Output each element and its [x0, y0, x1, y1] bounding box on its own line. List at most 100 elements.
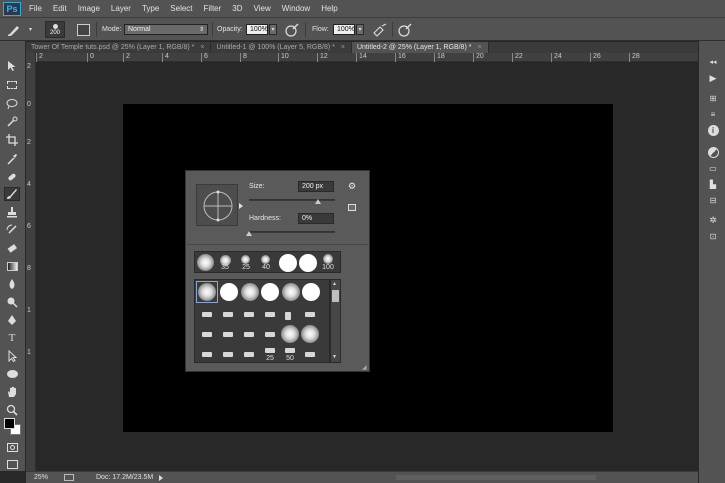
brush-preset[interactable] — [282, 283, 300, 301]
brush-preset[interactable] — [223, 352, 233, 357]
menu-help[interactable]: Help — [321, 4, 337, 13]
tab-untitled-1[interactable]: Untitled-1 @ 100% (Layer 5, RGB/8) * × — [211, 42, 352, 53]
flow-field[interactable]: 100% — [333, 18, 355, 41]
brush-preset[interactable] — [202, 332, 212, 337]
tab-tower-of-temple[interactable]: Tower Of Temple tuts.psd @ 25% (Layer 1,… — [26, 42, 212, 53]
brush-dropdown-arrow[interactable]: ▾ — [29, 18, 32, 41]
paths-icon[interactable]: ⊡ — [706, 229, 720, 243]
brush-preset[interactable] — [261, 255, 270, 264]
marquee-tool-icon[interactable] — [4, 78, 20, 92]
eyedropper-tool-icon[interactable] — [4, 152, 20, 166]
brush-preset[interactable] — [305, 312, 315, 317]
brush-preset[interactable] — [244, 312, 254, 317]
hand-tool-icon[interactable] — [4, 385, 20, 399]
pressure-size-icon[interactable] — [398, 18, 412, 41]
hardness-field[interactable]: 0% — [298, 213, 334, 224]
brush-panel-toggle-icon[interactable] — [77, 18, 90, 41]
brush-preset[interactable] — [223, 332, 233, 337]
brush-preset[interactable] — [202, 352, 212, 357]
brush-angle-preview[interactable] — [196, 184, 238, 226]
brush-preset[interactable] — [261, 283, 279, 301]
menu-view[interactable]: View — [254, 4, 271, 13]
histogram-icon[interactable]: ▙ — [706, 177, 720, 191]
path-selection-tool-icon[interactable] — [4, 349, 20, 363]
pressure-opacity-icon[interactable] — [285, 18, 299, 41]
new-preset-icon[interactable] — [348, 204, 356, 211]
pen-tool-icon[interactable] — [4, 313, 20, 327]
mode-select[interactable]: Normal ⇕ — [124, 18, 208, 41]
export-icon[interactable] — [64, 474, 74, 481]
screen-mode-icon[interactable] — [4, 457, 20, 471]
close-icon[interactable]: × — [200, 44, 204, 51]
airbrush-icon[interactable] — [372, 18, 388, 41]
brush-preset[interactable] — [265, 348, 275, 353]
brush-preset[interactable] — [279, 254, 297, 272]
play-icon[interactable]: ▶ — [706, 71, 720, 85]
brush-preset[interactable] — [285, 312, 291, 320]
menu-image[interactable]: Image — [78, 4, 100, 13]
gear-icon[interactable]: ⚙ — [346, 180, 358, 192]
menu-layer[interactable]: Layer — [111, 4, 131, 13]
zoom-level-field[interactable]: 25% — [34, 474, 60, 481]
brush-preset[interactable] — [301, 325, 319, 343]
horizontal-scrollbar[interactable] — [396, 475, 596, 480]
quick-selection-tool-icon[interactable] — [4, 115, 20, 129]
move-tool-icon[interactable] — [4, 59, 20, 73]
brush-preset[interactable] — [241, 283, 259, 301]
hardness-slider-track[interactable] — [249, 231, 335, 233]
close-icon[interactable]: × — [477, 44, 481, 51]
brush-preset[interactable] — [281, 325, 299, 343]
size-slider-track[interactable] — [249, 199, 335, 201]
menu-edit[interactable]: Edit — [53, 4, 67, 13]
lasso-tool-icon[interactable] — [4, 97, 20, 111]
preset-scrollbar[interactable]: ▲ ▼ — [330, 279, 341, 363]
adjustments-icon[interactable] — [706, 145, 720, 159]
history-icon[interactable]: ⊞ — [706, 91, 720, 105]
close-icon[interactable]: × — [341, 44, 345, 51]
menu-type[interactable]: Type — [142, 4, 159, 13]
brush-preset[interactable] — [198, 283, 216, 301]
horizontal-ruler[interactable]: 2 0 2 4 6 8 10 12 14 16 18 20 22 24 26 2… — [36, 53, 698, 62]
foreground-color-swatch[interactable] — [4, 418, 15, 429]
resize-grip-icon[interactable]: ◢ — [362, 364, 367, 371]
size-field[interactable]: 200 px — [298, 181, 334, 192]
brush-preset[interactable] — [223, 312, 233, 317]
menu-select[interactable]: Select — [170, 4, 192, 13]
hardness-slider-thumb[interactable] — [246, 231, 252, 236]
vertical-ruler[interactable]: 2 0 2 4 6 8 1 1 — [26, 53, 36, 471]
ellipse-tool-icon[interactable] — [4, 367, 20, 381]
styles-icon[interactable]: ▭ — [706, 161, 720, 175]
brush-preset[interactable] — [197, 254, 214, 271]
flow-dropdown[interactable]: ▾ — [356, 18, 364, 41]
tab-untitled-2[interactable]: Untitled-2 @ 25% (Layer 1, RGB/8) * × — [351, 42, 489, 53]
3d-icon[interactable]: ✲ — [706, 213, 720, 227]
menu-filter[interactable]: Filter — [204, 4, 222, 13]
scroll-thumb[interactable] — [332, 290, 339, 302]
brush-preset[interactable] — [244, 332, 254, 337]
brush-preset[interactable] — [265, 332, 275, 337]
menu-window[interactable]: Window — [282, 4, 310, 13]
brush-panel-icon[interactable]: ≡ — [706, 107, 720, 121]
size-slider-thumb[interactable] — [314, 199, 321, 204]
crop-tool-icon[interactable] — [4, 133, 20, 147]
scroll-down-icon[interactable]: ▼ — [332, 354, 337, 360]
brush-tool-preset-icon[interactable] — [6, 18, 22, 41]
zoom-tool-icon[interactable] — [4, 403, 20, 417]
history-brush-tool-icon[interactable] — [4, 223, 20, 237]
status-menu-arrow-icon[interactable] — [157, 474, 165, 482]
blur-tool-icon[interactable] — [4, 277, 20, 291]
brush-preset[interactable] — [244, 352, 254, 357]
menu-3d[interactable]: 3D — [232, 4, 242, 13]
gradient-tool-icon[interactable] — [4, 259, 20, 273]
brush-preset[interactable] — [241, 255, 250, 264]
brush-preset[interactable] — [305, 352, 315, 357]
scroll-up-icon[interactable]: ▲ — [332, 281, 337, 287]
info-icon[interactable]: i — [706, 123, 720, 137]
spot-healing-tool-icon[interactable] — [4, 170, 20, 184]
brush-preset[interactable] — [285, 348, 295, 353]
brush-preset[interactable] — [220, 283, 238, 301]
brush-picker[interactable]: 200 — [45, 18, 65, 41]
quick-mask-icon[interactable] — [4, 440, 20, 454]
eraser-tool-icon[interactable] — [4, 241, 20, 255]
menu-file[interactable]: File — [29, 4, 42, 13]
